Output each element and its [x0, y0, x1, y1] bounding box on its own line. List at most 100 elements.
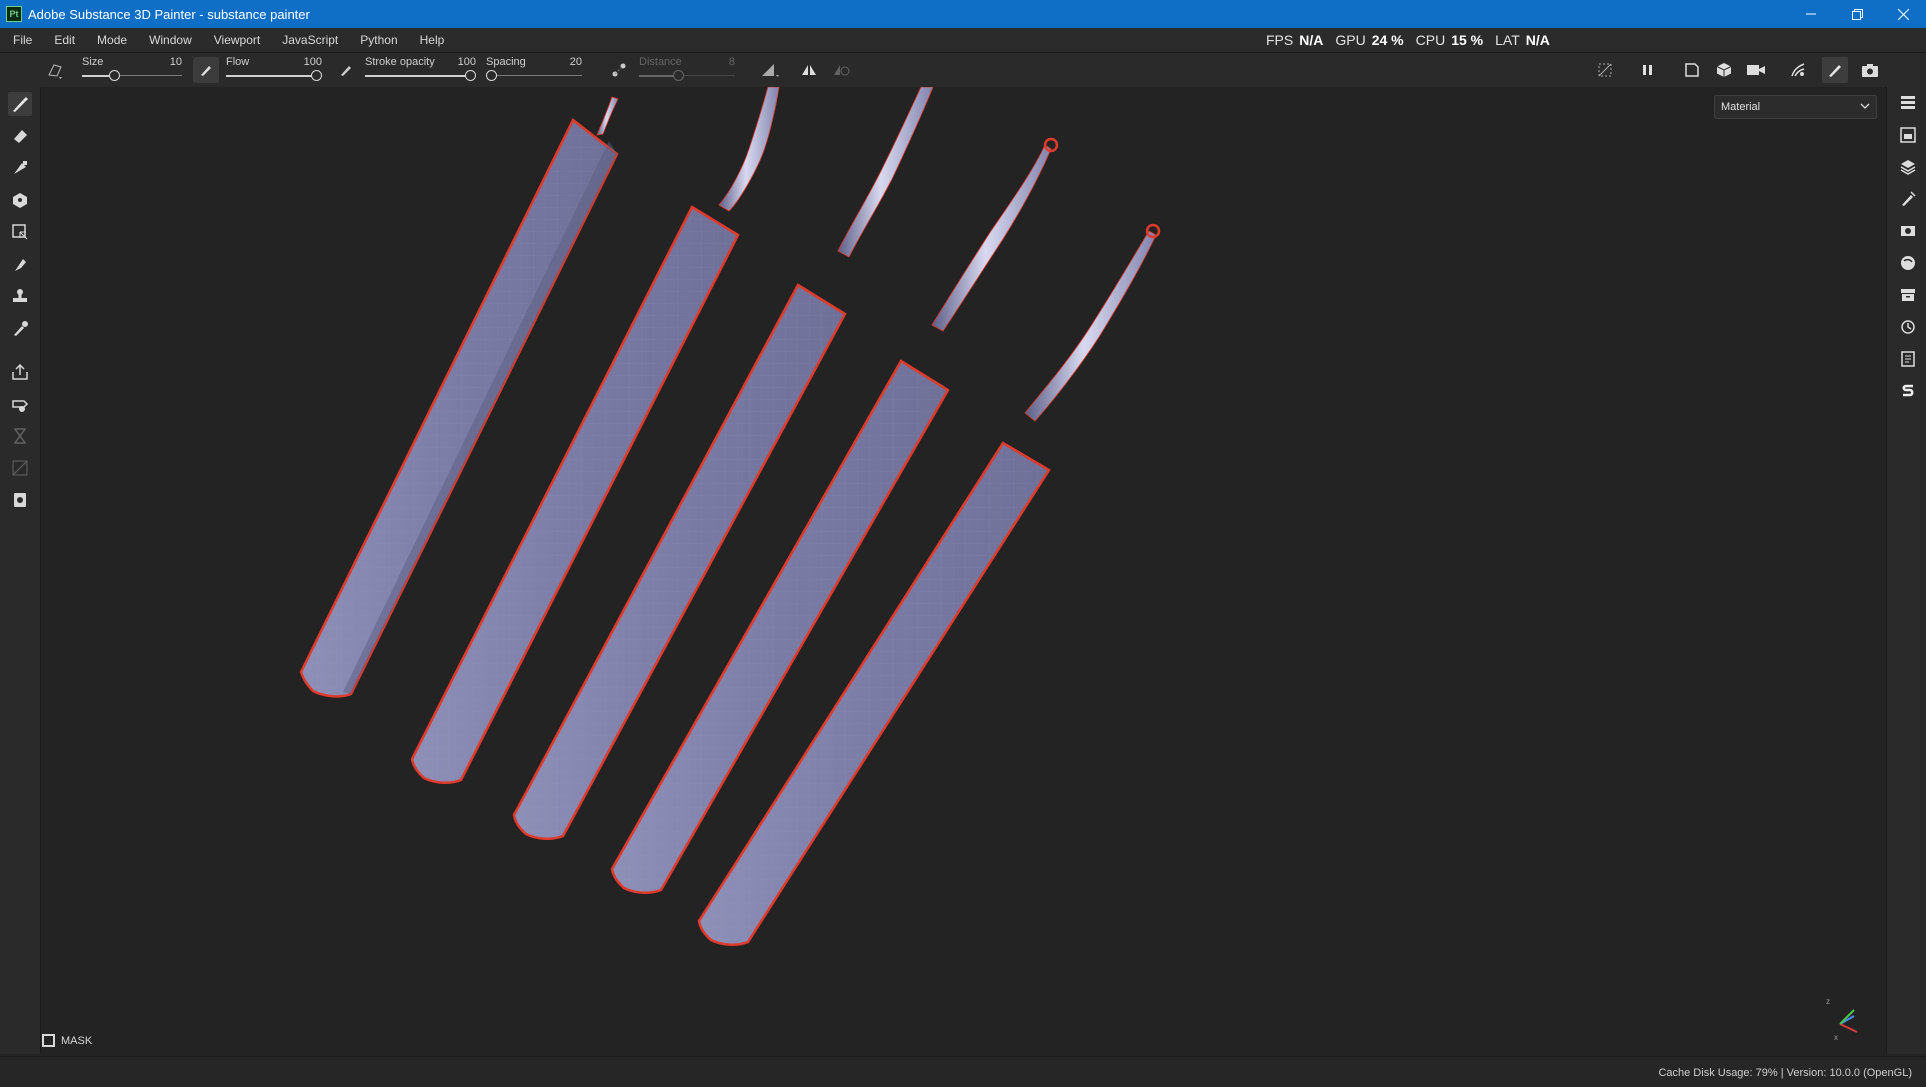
clone-tool[interactable]	[8, 284, 32, 308]
menu-file[interactable]: File	[2, 33, 43, 47]
size-value: 10	[169, 56, 182, 68]
menu-edit[interactable]: Edit	[43, 33, 86, 47]
stroke-opacity-slider-handle[interactable]	[465, 70, 476, 81]
restore-button[interactable]	[1834, 0, 1880, 28]
log-button[interactable]	[1897, 348, 1919, 370]
size-slider[interactable]: Size 10	[82, 53, 182, 87]
stack-button[interactable]	[1897, 156, 1919, 178]
eraser-tool[interactable]	[8, 124, 32, 148]
flow-slider[interactable]: Flow 100	[226, 53, 322, 87]
file-mesh-5[interactable]	[697, 223, 1161, 946]
spacing-slider[interactable]: Spacing 20	[486, 53, 582, 87]
bake-icon	[12, 400, 29, 412]
gpu-value: 24 %	[1371, 32, 1404, 48]
polygon-fill-icon	[13, 193, 27, 208]
menu-javascript[interactable]: JavaScript	[271, 33, 349, 47]
smudge-icon	[15, 259, 26, 271]
symmetry-settings-icon	[834, 65, 850, 76]
flow-label: Flow	[226, 56, 250, 68]
smudge-tool[interactable]	[8, 252, 32, 276]
mask-checkbox[interactable]	[42, 1034, 55, 1047]
view-2d-button[interactable]	[1682, 60, 1702, 80]
screenshot-button[interactable]	[1860, 60, 1880, 80]
gizmo-x-label: x	[1834, 1033, 1838, 1042]
flow-pressure-toggle[interactable]	[336, 60, 356, 80]
symmetry-button[interactable]	[799, 60, 819, 80]
distance-slider-handle	[673, 70, 684, 81]
mesh-render	[299, 87, 1161, 946]
pen-pressure-icon	[201, 66, 211, 76]
menu-window[interactable]: Window	[138, 33, 203, 47]
stroke-opacity-slider[interactable]: Stroke opacity 100	[365, 53, 476, 87]
paint-tool[interactable]	[8, 92, 32, 116]
view-3d-button[interactable]	[1714, 60, 1734, 80]
viewer-settings-button[interactable]	[1788, 60, 1808, 80]
uv-view-icon	[1685, 63, 1699, 77]
lazy-mouse-toggle[interactable]	[609, 60, 629, 80]
assets-icon	[1901, 289, 1915, 301]
projection-tool[interactable]	[8, 156, 32, 180]
viewport-mode-dropdown[interactable]: Material	[1714, 95, 1877, 119]
minimize-icon	[1806, 13, 1816, 15]
export-tool[interactable]	[8, 360, 32, 384]
hide-ui-button[interactable]	[1595, 60, 1615, 80]
minimize-button[interactable]	[1788, 0, 1834, 28]
color-picker-tool[interactable]	[8, 316, 32, 340]
camera-button[interactable]	[1746, 60, 1766, 80]
paint-brush-icon	[1829, 65, 1841, 77]
brush-panel-button[interactable]	[1897, 188, 1919, 210]
3d-viewport[interactable]: Material	[41, 87, 1885, 1054]
pause-icon	[1643, 65, 1652, 75]
flow-slider-handle[interactable]	[311, 70, 322, 81]
uv-icon	[12, 460, 28, 476]
texture-set-icon	[1900, 127, 1916, 143]
shader-settings-button[interactable]	[1897, 252, 1919, 274]
alignment-icon	[762, 64, 779, 77]
display-settings-icon	[1901, 226, 1915, 236]
menu-help[interactable]: Help	[409, 33, 456, 47]
menu-mode[interactable]: Mode	[86, 33, 138, 47]
left-toolbar	[0, 87, 41, 1054]
pause-button[interactable]	[1638, 60, 1658, 80]
history-button[interactable]	[1897, 316, 1919, 338]
distance-slider: Distance 8	[639, 53, 735, 87]
performance-stats: FPS N/A GPU 24 % CPU 15 % LAT N/A	[1266, 28, 1556, 52]
menu-viewport[interactable]: Viewport	[203, 33, 271, 47]
size-slider-handle[interactable]	[108, 70, 120, 81]
layers-panel-button[interactable]	[1897, 92, 1919, 114]
cpu-label: CPU	[1415, 32, 1446, 48]
bake-tool[interactable]	[8, 392, 32, 416]
report-tool[interactable]	[8, 488, 32, 512]
alignment-button[interactable]	[760, 60, 780, 80]
polygon-fill-tool[interactable]	[8, 188, 32, 212]
stack-icon	[1900, 160, 1916, 175]
substance-button[interactable]	[1897, 380, 1919, 402]
environment-icon	[1791, 63, 1805, 77]
color-picker-icon	[14, 321, 28, 336]
clone-stamp-icon	[13, 289, 27, 302]
close-icon	[1897, 8, 1909, 20]
mask-toggle[interactable]: MASK	[42, 1034, 92, 1047]
display-settings-button[interactable]	[1897, 220, 1919, 242]
distance-label: Distance	[639, 56, 682, 68]
paint-brush-icon	[13, 97, 28, 112]
shader-icon	[1901, 256, 1915, 270]
menu-python[interactable]: Python	[349, 33, 408, 47]
close-button[interactable]	[1880, 0, 1926, 28]
texture-set-button[interactable]	[1897, 124, 1919, 146]
video-camera-icon	[1747, 65, 1765, 75]
geometry-mask-icon	[12, 224, 28, 240]
window-controls	[1788, 0, 1926, 28]
substance-icon	[1902, 384, 1914, 397]
lat-value: N/A	[1525, 32, 1550, 48]
brush-preset-button[interactable]	[46, 60, 66, 80]
assets-button[interactable]	[1897, 284, 1919, 306]
painting-mode-button[interactable]	[1822, 57, 1848, 83]
status-text: Cache Disk Usage: 79% | Version: 10.0.0 …	[1658, 1067, 1912, 1079]
stroke-opacity-label: Stroke opacity	[365, 56, 435, 68]
file-mesh-1[interactable]	[299, 96, 619, 698]
size-pressure-toggle[interactable]	[193, 57, 219, 83]
cube-icon	[1716, 63, 1732, 77]
spacing-slider-handle[interactable]	[486, 70, 497, 81]
geometry-mask-tool[interactable]	[8, 220, 32, 244]
